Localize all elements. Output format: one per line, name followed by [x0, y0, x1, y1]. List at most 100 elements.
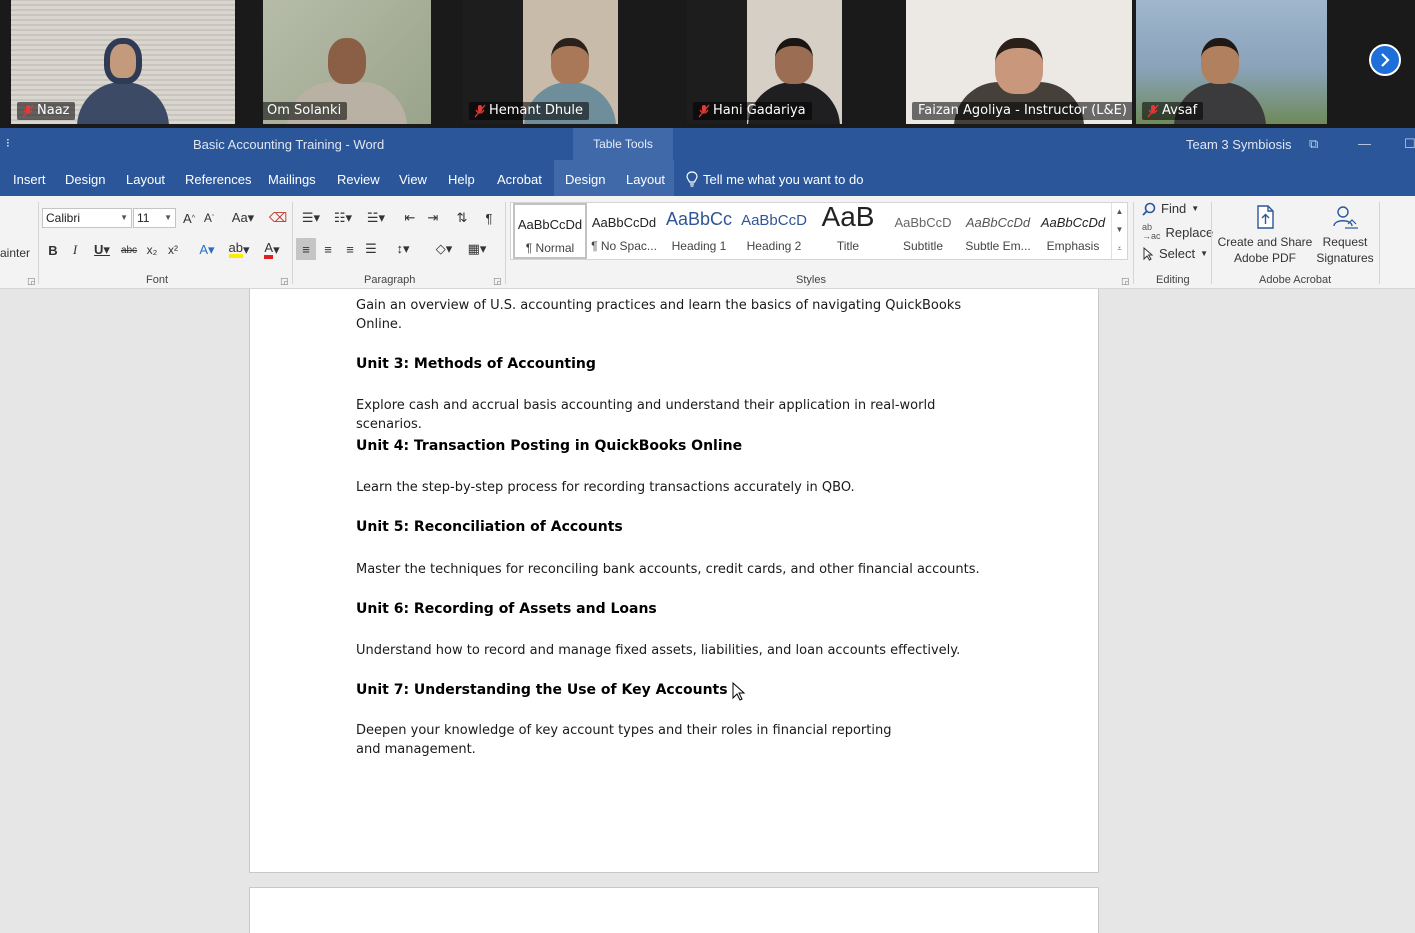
style-heading-2[interactable]: AaBbCcD Heading 2: [737, 203, 811, 259]
unit-description[interactable]: Master the techniques for reconciling ba…: [356, 560, 996, 579]
font-color-icon[interactable]: A ▾: [257, 240, 287, 260]
underline-icon[interactable]: U▾: [89, 240, 115, 260]
select-button[interactable]: Select ▼: [1142, 246, 1208, 261]
style-normal[interactable]: AaBbCcDd ¶ Normal: [513, 203, 587, 259]
show-formatting-marks-icon[interactable]: ¶: [480, 209, 498, 227]
participant-name: Om Solanki: [267, 103, 342, 118]
sort-icon[interactable]: ⇅: [452, 209, 472, 227]
tab-acrobat[interactable]: Acrobat: [497, 172, 542, 187]
decrease-indent-icon[interactable]: ⇤: [400, 209, 420, 227]
style-emphasis[interactable]: AaBbCcDd Emphasis: [1036, 203, 1110, 259]
video-participant-strip: Naaz Om Solanki Hemant Dhule Hani Gadari…: [0, 0, 1415, 128]
unit-heading[interactable]: Unit 7: Understanding the Use of Key Acc…: [356, 682, 728, 698]
participant-tile-om-solanki[interactable]: Om Solanki: [263, 0, 431, 124]
participant-name-label: Hani Gadariya: [693, 102, 812, 120]
subscript-icon[interactable]: x₂: [143, 240, 161, 260]
borders-icon[interactable]: ▦▾: [462, 238, 492, 260]
highlight-color-icon[interactable]: ab ▾: [224, 240, 254, 260]
style-no-spacing[interactable]: AaBbCcDd ¶ No Spac...: [587, 203, 661, 259]
account-name[interactable]: Team 3 Symbiosis: [1186, 137, 1291, 152]
italic-icon[interactable]: I: [67, 240, 83, 260]
unit-description[interactable]: Understand how to record and manage fixe…: [356, 641, 996, 660]
tell-me-label: Tell me what you want to do: [703, 171, 864, 187]
mic-muted-icon: [22, 104, 34, 118]
unit-description[interactable]: Explore cash and accrual basis accountin…: [356, 396, 996, 434]
change-case-icon[interactable]: Aa▾: [229, 209, 257, 227]
participant-tile-faizan-agoliya[interactable]: Faizan Agoliya - Instructor (L&E): [906, 0, 1132, 124]
tab-table-design[interactable]: Design: [565, 172, 605, 187]
tab-layout[interactable]: Layout: [126, 172, 165, 187]
superscript-icon[interactable]: x²: [164, 240, 182, 260]
participant-tile-naaz[interactable]: Naaz: [11, 0, 235, 124]
tab-references[interactable]: References: [185, 172, 251, 187]
unit-heading[interactable]: Unit 4: Transaction Posting in QuickBook…: [356, 438, 742, 454]
mic-muted-icon: [474, 104, 486, 118]
text-effects-icon[interactable]: A▾: [194, 240, 220, 260]
request-label-1: Request: [1322, 235, 1368, 249]
unit-heading[interactable]: Unit 3: Methods of Accounting: [356, 356, 596, 372]
tab-insert[interactable]: Insert: [13, 172, 46, 187]
document-canvas[interactable]: Gain an overview of U.S. accounting prac…: [0, 289, 1415, 933]
create-and-share-pdf-button[interactable]: Create and Share Adobe PDF: [1216, 204, 1314, 266]
bullets-icon[interactable]: ☰▾: [297, 209, 325, 227]
paragraph-launcher-icon[interactable]: ◲: [493, 276, 502, 287]
participant-name-label: Avsaf: [1142, 102, 1204, 120]
unit-description[interactable]: Learn the step-by-step process for recor…: [356, 478, 996, 497]
tab-table-layout[interactable]: Layout: [626, 172, 665, 187]
increase-indent-icon[interactable]: ⇥: [423, 209, 443, 227]
line-spacing-icon[interactable]: ↕▾: [389, 238, 417, 260]
grow-font-icon[interactable]: A ^: [182, 209, 196, 227]
clear-formatting-icon[interactable]: ⌫: [269, 209, 287, 227]
next-participants-button[interactable]: [1369, 44, 1401, 76]
tell-me-search[interactable]: Tell me what you want to do: [686, 171, 863, 187]
quick-access-toolbar-icon[interactable]: ⁝: [6, 136, 10, 150]
font-name-combo[interactable]: Calibri ▼: [42, 208, 132, 228]
tab-mailings[interactable]: Mailings: [268, 172, 316, 187]
font-size-combo[interactable]: 11 ▼: [133, 208, 176, 228]
style-subtitle[interactable]: AaBbCcD Subtitle: [886, 203, 960, 259]
style-name: Heading 1: [671, 239, 727, 253]
unit-description[interactable]: Deepen your knowledge of key account typ…: [356, 721, 916, 759]
multilevel-list-icon[interactable]: ☱▾: [362, 209, 390, 227]
unit-heading[interactable]: Unit 6: Recording of Assets and Loans: [356, 601, 657, 617]
participant-tile-hemant-dhule[interactable]: Hemant Dhule: [463, 0, 618, 124]
chevron-down-icon: ▼: [164, 213, 172, 222]
clipboard-launcher-icon[interactable]: ◲: [27, 276, 36, 287]
align-right-icon[interactable]: ≡: [341, 238, 359, 260]
tab-design[interactable]: Design: [65, 172, 105, 187]
minimize-icon[interactable]: —: [1358, 136, 1371, 151]
participant-tile-avsaf[interactable]: Avsaf: [1136, 0, 1327, 124]
replace-button[interactable]: ab →ac Replace: [1142, 223, 1213, 241]
participant-tile-hani-gadariya[interactable]: Hani Gadariya: [687, 0, 842, 124]
tab-review[interactable]: Review: [337, 172, 380, 187]
format-painter-label[interactable]: ainter: [0, 246, 30, 260]
numbering-icon[interactable]: ☷▾: [329, 209, 357, 227]
styles-launcher-icon[interactable]: ◲: [1121, 276, 1130, 287]
strikethrough-icon[interactable]: abc: [119, 240, 139, 260]
ribbon-display-options-icon[interactable]: ⧉: [1309, 136, 1318, 152]
style-heading-1[interactable]: AaBbCc Heading 1: [662, 203, 736, 259]
request-signatures-button[interactable]: Request Signatures: [1316, 204, 1374, 266]
tab-view[interactable]: View: [399, 172, 427, 187]
create-pdf-label-2: Adobe PDF: [1233, 251, 1297, 265]
document-page[interactable]: Gain an overview of U.S. accounting prac…: [249, 289, 1099, 873]
style-title[interactable]: AaB Title: [811, 201, 885, 259]
align-left-icon[interactable]: ≡: [296, 238, 316, 260]
tab-help[interactable]: Help: [448, 172, 475, 187]
style-subtle-emphasis[interactable]: AaBbCcDd Subtle Em...: [961, 203, 1035, 259]
styles-scroll-down-icon[interactable]: ▼: [1111, 221, 1127, 239]
align-center-icon[interactable]: ≡: [319, 238, 337, 260]
bold-icon[interactable]: B: [45, 240, 61, 260]
shrink-font-icon[interactable]: Aˇ: [202, 209, 216, 227]
next-document-page[interactable]: [249, 887, 1099, 933]
font-launcher-icon[interactable]: ◲: [280, 276, 289, 287]
find-button[interactable]: Find ▼: [1142, 201, 1199, 216]
shading-icon[interactable]: ◇▾: [430, 238, 458, 260]
justify-icon[interactable]: ☰: [362, 238, 380, 260]
styles-scroll-up-icon[interactable]: ▲: [1111, 203, 1127, 221]
search-icon: [1142, 202, 1156, 216]
intro-paragraph[interactable]: Gain an overview of U.S. accounting prac…: [356, 296, 976, 334]
unit-heading[interactable]: Unit 5: Reconciliation of Accounts: [356, 519, 623, 535]
styles-more-icon[interactable]: ⩡: [1111, 239, 1127, 259]
maximize-icon[interactable]: ☐: [1404, 136, 1415, 152]
